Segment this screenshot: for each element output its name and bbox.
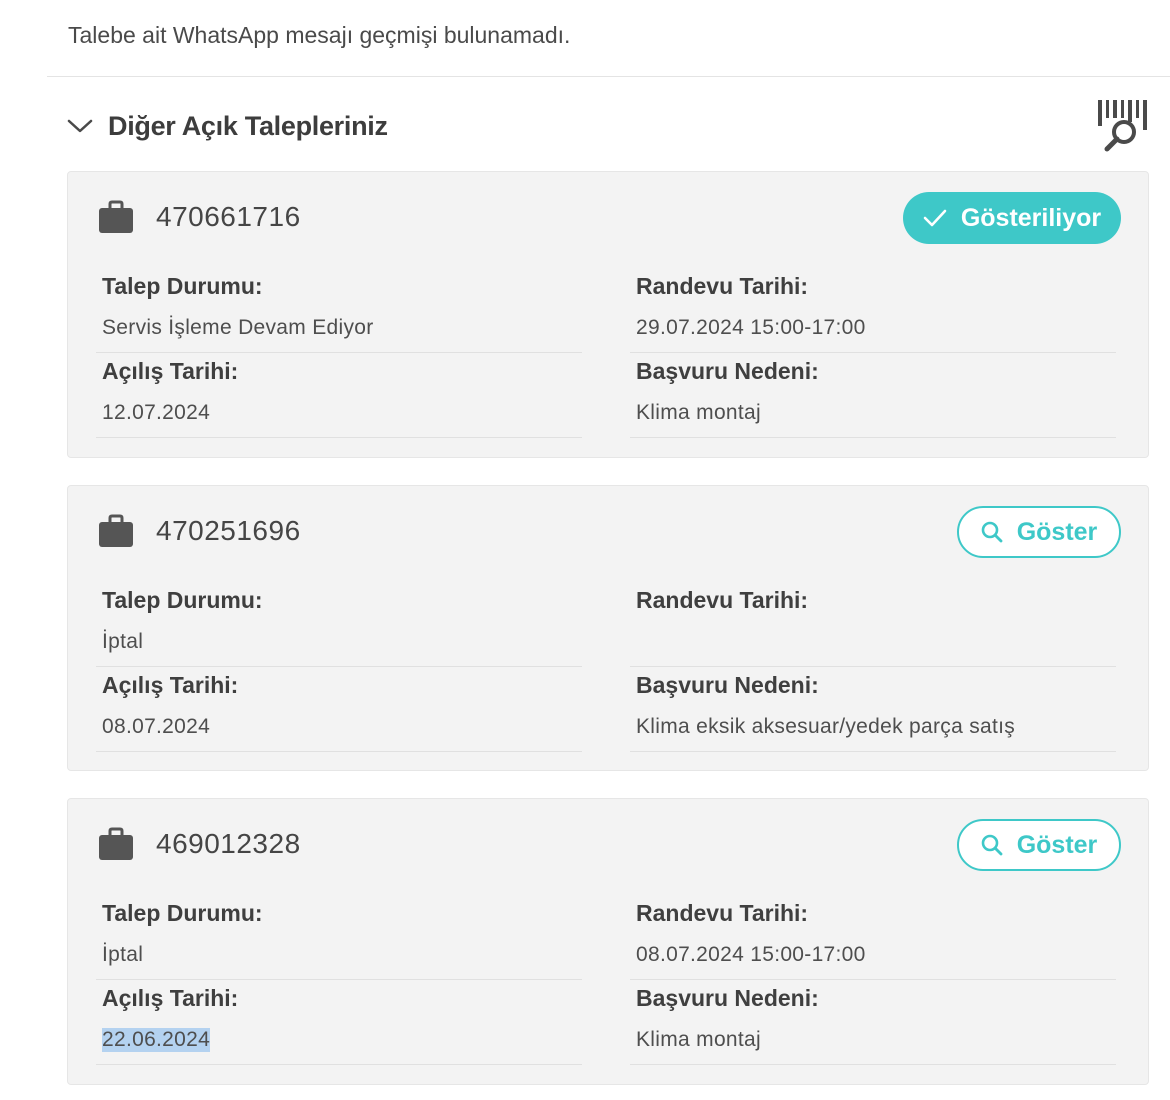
reason-label: Başvuru Nedeni: bbox=[636, 358, 819, 384]
opened-label: Açılış Tarihi: bbox=[102, 672, 239, 698]
appointment-label: Randevu Tarihi: bbox=[636, 900, 809, 926]
opened-field: Açılış Tarihi: 08.07.2024 bbox=[96, 668, 582, 752]
status-label: Talep Durumu: bbox=[102, 900, 263, 926]
opened-label: Açılış Tarihi: bbox=[102, 985, 239, 1011]
showing-button[interactable]: Gösteriliyor bbox=[903, 192, 1121, 244]
request-card: 470661716 Gösteriliyor Talep Durumu: Ser… bbox=[67, 171, 1149, 458]
search-icon bbox=[981, 521, 1003, 543]
request-card: 470251696 Göster Talep Durumu: İptal Ran… bbox=[67, 485, 1149, 771]
show-button-label: Göster bbox=[1016, 517, 1098, 546]
opened-field: Açılış Tarihi: 12.07.2024 bbox=[96, 354, 582, 438]
opened-value: 08.07.2024 bbox=[102, 715, 211, 738]
opened-value-selected: 22.06.2024 bbox=[102, 1028, 211, 1052]
status-field: Talep Durumu: İptal bbox=[96, 896, 582, 980]
status-value: İptal bbox=[102, 630, 144, 653]
reason-label: Başvuru Nedeni: bbox=[636, 985, 819, 1011]
section-header: Diğer Açık Talepleriniz bbox=[66, 98, 1150, 154]
reason-field: Başvuru Nedeni: Klima montaj bbox=[630, 354, 1116, 438]
opened-label: Açılış Tarihi: bbox=[102, 358, 239, 384]
status-field: Talep Durumu: İptal bbox=[96, 583, 582, 667]
request-id: 470251696 bbox=[156, 515, 301, 546]
briefcase-icon bbox=[98, 200, 134, 234]
barcode-search-icon[interactable] bbox=[1094, 96, 1150, 152]
appointment-label: Randevu Tarihi: bbox=[636, 587, 809, 613]
request-card: 469012328 Göster Talep Durumu: İptal Ran… bbox=[67, 798, 1149, 1085]
request-id: 470661716 bbox=[156, 201, 301, 232]
reason-value: Klima eksik aksesuar/yedek parça satış bbox=[636, 715, 1016, 738]
appointment-label: Randevu Tarihi: bbox=[636, 273, 809, 299]
appointment-value: 29.07.2024 15:00-17:00 bbox=[636, 316, 866, 339]
section-title: Diğer Açık Talepleriniz bbox=[108, 110, 388, 141]
request-id: 469012328 bbox=[156, 828, 301, 859]
appointment-value: 08.07.2024 15:00-17:00 bbox=[636, 943, 866, 966]
appointment-field: Randevu Tarihi: bbox=[630, 583, 1116, 667]
reason-field: Başvuru Nedeni: Klima eksik aksesuar/yed… bbox=[630, 668, 1116, 752]
briefcase-icon bbox=[98, 514, 134, 548]
appointment-field: Randevu Tarihi: 08.07.2024 15:00-17:00 bbox=[630, 896, 1116, 980]
whatsapp-history-notice: Talebe ait WhatsApp mesajı geçmişi bulun… bbox=[68, 22, 571, 48]
status-value: İptal bbox=[102, 943, 144, 966]
reason-value: Klima montaj bbox=[636, 1028, 761, 1051]
chevron-down-icon[interactable] bbox=[66, 112, 94, 140]
reason-label: Başvuru Nedeni: bbox=[636, 672, 819, 698]
opened-field: Açılış Tarihi: 22.06.2024 bbox=[96, 981, 582, 1065]
briefcase-icon bbox=[98, 827, 134, 861]
status-field: Talep Durumu: Servis İşleme Devam Ediyor bbox=[96, 269, 582, 353]
status-label: Talep Durumu: bbox=[102, 587, 263, 613]
divider bbox=[47, 76, 1170, 77]
opened-value: 12.07.2024 bbox=[102, 401, 211, 424]
checkmark-icon bbox=[923, 209, 947, 227]
status-value: Servis İşleme Devam Ediyor bbox=[102, 316, 374, 339]
reason-field: Başvuru Nedeni: Klima montaj bbox=[630, 981, 1116, 1065]
show-button-label: Göster bbox=[1016, 830, 1098, 859]
showing-button-label: Gösteriliyor bbox=[960, 203, 1102, 232]
status-label: Talep Durumu: bbox=[102, 273, 263, 299]
appointment-field: Randevu Tarihi: 29.07.2024 15:00-17:00 bbox=[630, 269, 1116, 353]
search-icon bbox=[981, 834, 1003, 856]
show-button[interactable]: Göster bbox=[957, 819, 1121, 871]
show-button[interactable]: Göster bbox=[957, 506, 1121, 558]
reason-value: Klima montaj bbox=[636, 401, 761, 424]
